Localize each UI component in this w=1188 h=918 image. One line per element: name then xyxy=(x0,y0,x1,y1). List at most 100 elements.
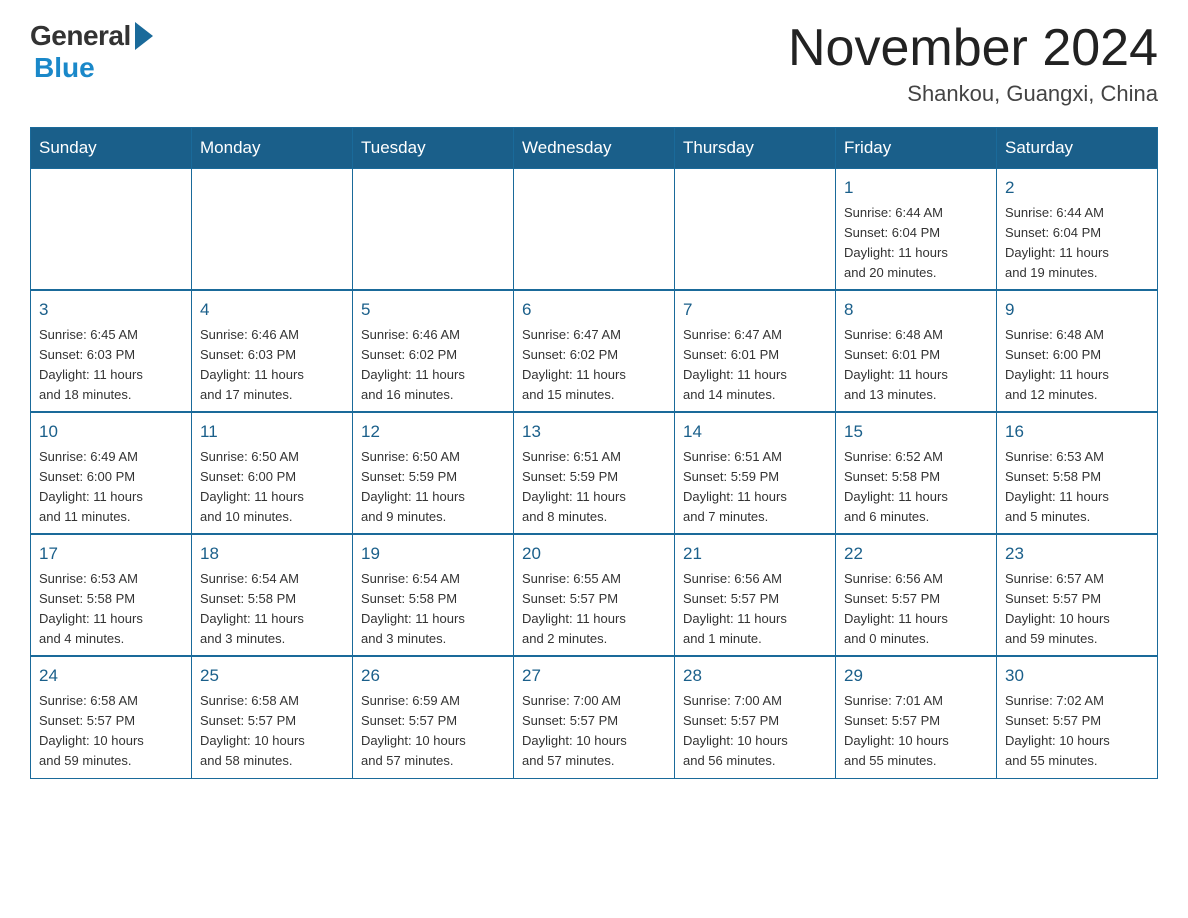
day-number: 14 xyxy=(683,419,827,445)
day-info: Sunrise: 6:53 AMSunset: 5:58 PMDaylight:… xyxy=(39,571,143,646)
day-info: Sunrise: 6:52 AMSunset: 5:58 PMDaylight:… xyxy=(844,449,948,524)
logo-blue-text: Blue xyxy=(34,52,95,84)
calendar-day-cell: 25 Sunrise: 6:58 AMSunset: 5:57 PMDayligh… xyxy=(192,656,353,778)
logo: General Blue xyxy=(30,20,153,84)
day-number: 2 xyxy=(1005,175,1149,201)
day-number: 4 xyxy=(200,297,344,323)
day-of-week-header: Wednesday xyxy=(514,128,675,169)
day-info: Sunrise: 6:58 AMSunset: 5:57 PMDaylight:… xyxy=(39,693,144,768)
day-info: Sunrise: 6:51 AMSunset: 5:59 PMDaylight:… xyxy=(683,449,787,524)
day-info: Sunrise: 7:00 AMSunset: 5:57 PMDaylight:… xyxy=(683,693,788,768)
day-number: 7 xyxy=(683,297,827,323)
day-of-week-header: Thursday xyxy=(675,128,836,169)
day-info: Sunrise: 6:53 AMSunset: 5:58 PMDaylight:… xyxy=(1005,449,1109,524)
calendar-day-cell: 28 Sunrise: 7:00 AMSunset: 5:57 PMDayligh… xyxy=(675,656,836,778)
day-number: 21 xyxy=(683,541,827,567)
calendar-day-cell: 4 Sunrise: 6:46 AMSunset: 6:03 PMDaylight… xyxy=(192,290,353,412)
day-info: Sunrise: 6:48 AMSunset: 6:01 PMDaylight:… xyxy=(844,327,948,402)
day-info: Sunrise: 6:57 AMSunset: 5:57 PMDaylight:… xyxy=(1005,571,1110,646)
calendar-day-cell: 21Sunrise: 6:56 AMSunset: 5:57 PMDayligh… xyxy=(675,534,836,656)
calendar-day-cell xyxy=(514,169,675,291)
day-info: Sunrise: 6:50 AMSunset: 5:59 PMDaylight:… xyxy=(361,449,465,524)
day-info: Sunrise: 6:56 AMSunset: 5:57 PMDaylight:… xyxy=(844,571,948,646)
day-number: 13 xyxy=(522,419,666,445)
calendar-week-row: 3 Sunrise: 6:45 AMSunset: 6:03 PMDaylight… xyxy=(31,290,1158,412)
day-number: 19 xyxy=(361,541,505,567)
day-number: 10 xyxy=(39,419,183,445)
day-info: Sunrise: 6:45 AMSunset: 6:03 PMDaylight:… xyxy=(39,327,143,402)
calendar-day-cell: 18 Sunrise: 6:54 AMSunset: 5:58 PMDayligh… xyxy=(192,534,353,656)
calendar-day-cell: 13 Sunrise: 6:51 AMSunset: 5:59 PMDayligh… xyxy=(514,412,675,534)
calendar-week-row: 10 Sunrise: 6:49 AMSunset: 6:00 PMDayligh… xyxy=(31,412,1158,534)
calendar-day-cell: 15Sunrise: 6:52 AMSunset: 5:58 PMDayligh… xyxy=(836,412,997,534)
calendar-day-cell xyxy=(31,169,192,291)
calendar-day-cell: 30 Sunrise: 7:02 AMSunset: 5:57 PMDayligh… xyxy=(997,656,1158,778)
day-info: Sunrise: 6:46 AMSunset: 6:02 PMDaylight:… xyxy=(361,327,465,402)
calendar-day-cell xyxy=(192,169,353,291)
day-info: Sunrise: 6:59 AMSunset: 5:57 PMDaylight:… xyxy=(361,693,466,768)
calendar-day-cell: 2 Sunrise: 6:44 AMSunset: 6:04 PMDaylight… xyxy=(997,169,1158,291)
calendar-day-cell: 1 Sunrise: 6:44 AMSunset: 6:04 PMDaylight… xyxy=(836,169,997,291)
day-number: 6 xyxy=(522,297,666,323)
calendar-day-cell: 6 Sunrise: 6:47 AMSunset: 6:02 PMDaylight… xyxy=(514,290,675,412)
day-number: 23 xyxy=(1005,541,1149,567)
calendar-day-cell: 3 Sunrise: 6:45 AMSunset: 6:03 PMDaylight… xyxy=(31,290,192,412)
logo-arrow-icon xyxy=(135,22,153,50)
calendar-day-cell: 10 Sunrise: 6:49 AMSunset: 6:00 PMDayligh… xyxy=(31,412,192,534)
day-info: Sunrise: 6:44 AMSunset: 6:04 PMDaylight:… xyxy=(844,205,948,280)
day-info: Sunrise: 6:54 AMSunset: 5:58 PMDaylight:… xyxy=(200,571,304,646)
day-info: Sunrise: 6:46 AMSunset: 6:03 PMDaylight:… xyxy=(200,327,304,402)
calendar-day-cell: 8Sunrise: 6:48 AMSunset: 6:01 PMDaylight… xyxy=(836,290,997,412)
day-number: 30 xyxy=(1005,663,1149,689)
day-number: 18 xyxy=(200,541,344,567)
calendar-table: SundayMondayTuesdayWednesdayThursdayFrid… xyxy=(30,127,1158,778)
location-subtitle: Shankou, Guangxi, China xyxy=(788,81,1158,107)
page-header: General Blue November 2024 Shankou, Guan… xyxy=(30,20,1158,107)
calendar-day-cell: 24Sunrise: 6:58 AMSunset: 5:57 PMDayligh… xyxy=(31,656,192,778)
calendar-day-cell: 23 Sunrise: 6:57 AMSunset: 5:57 PMDayligh… xyxy=(997,534,1158,656)
calendar-day-cell: 5Sunrise: 6:46 AMSunset: 6:02 PMDaylight… xyxy=(353,290,514,412)
day-info: Sunrise: 6:54 AMSunset: 5:58 PMDaylight:… xyxy=(361,571,465,646)
calendar-header-row: SundayMondayTuesdayWednesdayThursdayFrid… xyxy=(31,128,1158,169)
day-number: 16 xyxy=(1005,419,1149,445)
day-info: Sunrise: 6:44 AMSunset: 6:04 PMDaylight:… xyxy=(1005,205,1109,280)
calendar-day-cell: 14 Sunrise: 6:51 AMSunset: 5:59 PMDayligh… xyxy=(675,412,836,534)
day-info: Sunrise: 7:00 AMSunset: 5:57 PMDaylight:… xyxy=(522,693,627,768)
calendar-day-cell: 22 Sunrise: 6:56 AMSunset: 5:57 PMDayligh… xyxy=(836,534,997,656)
month-year-title: November 2024 xyxy=(788,20,1158,77)
day-of-week-header: Sunday xyxy=(31,128,192,169)
day-info: Sunrise: 7:02 AMSunset: 5:57 PMDaylight:… xyxy=(1005,693,1110,768)
day-info: Sunrise: 6:51 AMSunset: 5:59 PMDaylight:… xyxy=(522,449,626,524)
day-info: Sunrise: 7:01 AMSunset: 5:57 PMDaylight:… xyxy=(844,693,949,768)
day-number: 22 xyxy=(844,541,988,567)
day-number: 17 xyxy=(39,541,183,567)
calendar-day-cell: 17 Sunrise: 6:53 AMSunset: 5:58 PMDayligh… xyxy=(31,534,192,656)
day-number: 11 xyxy=(200,419,344,445)
calendar-day-cell: 7 Sunrise: 6:47 AMSunset: 6:01 PMDaylight… xyxy=(675,290,836,412)
day-info: Sunrise: 6:49 AMSunset: 6:00 PMDaylight:… xyxy=(39,449,143,524)
day-info: Sunrise: 6:58 AMSunset: 5:57 PMDaylight:… xyxy=(200,693,305,768)
calendar-day-cell: 9Sunrise: 6:48 AMSunset: 6:00 PMDaylight… xyxy=(997,290,1158,412)
day-number: 9 xyxy=(1005,297,1149,323)
day-info: Sunrise: 6:47 AMSunset: 6:01 PMDaylight:… xyxy=(683,327,787,402)
calendar-day-cell: 20Sunrise: 6:55 AMSunset: 5:57 PMDayligh… xyxy=(514,534,675,656)
calendar-day-cell xyxy=(353,169,514,291)
calendar-day-cell: 19 Sunrise: 6:54 AMSunset: 5:58 PMDayligh… xyxy=(353,534,514,656)
calendar-day-cell xyxy=(675,169,836,291)
day-number: 1 xyxy=(844,175,988,201)
day-number: 25 xyxy=(200,663,344,689)
day-info: Sunrise: 6:55 AMSunset: 5:57 PMDaylight:… xyxy=(522,571,626,646)
day-of-week-header: Monday xyxy=(192,128,353,169)
calendar-day-cell: 27 Sunrise: 7:00 AMSunset: 5:57 PMDayligh… xyxy=(514,656,675,778)
day-number: 28 xyxy=(683,663,827,689)
day-info: Sunrise: 6:50 AMSunset: 6:00 PMDaylight:… xyxy=(200,449,304,524)
day-number: 3 xyxy=(39,297,183,323)
logo-general-text: General xyxy=(30,20,131,52)
day-number: 29 xyxy=(844,663,988,689)
calendar-day-cell: 16 Sunrise: 6:53 AMSunset: 5:58 PMDayligh… xyxy=(997,412,1158,534)
day-of-week-header: Tuesday xyxy=(353,128,514,169)
day-info: Sunrise: 6:47 AMSunset: 6:02 PMDaylight:… xyxy=(522,327,626,402)
day-number: 26 xyxy=(361,663,505,689)
calendar-day-cell: 29 Sunrise: 7:01 AMSunset: 5:57 PMDayligh… xyxy=(836,656,997,778)
day-number: 27 xyxy=(522,663,666,689)
